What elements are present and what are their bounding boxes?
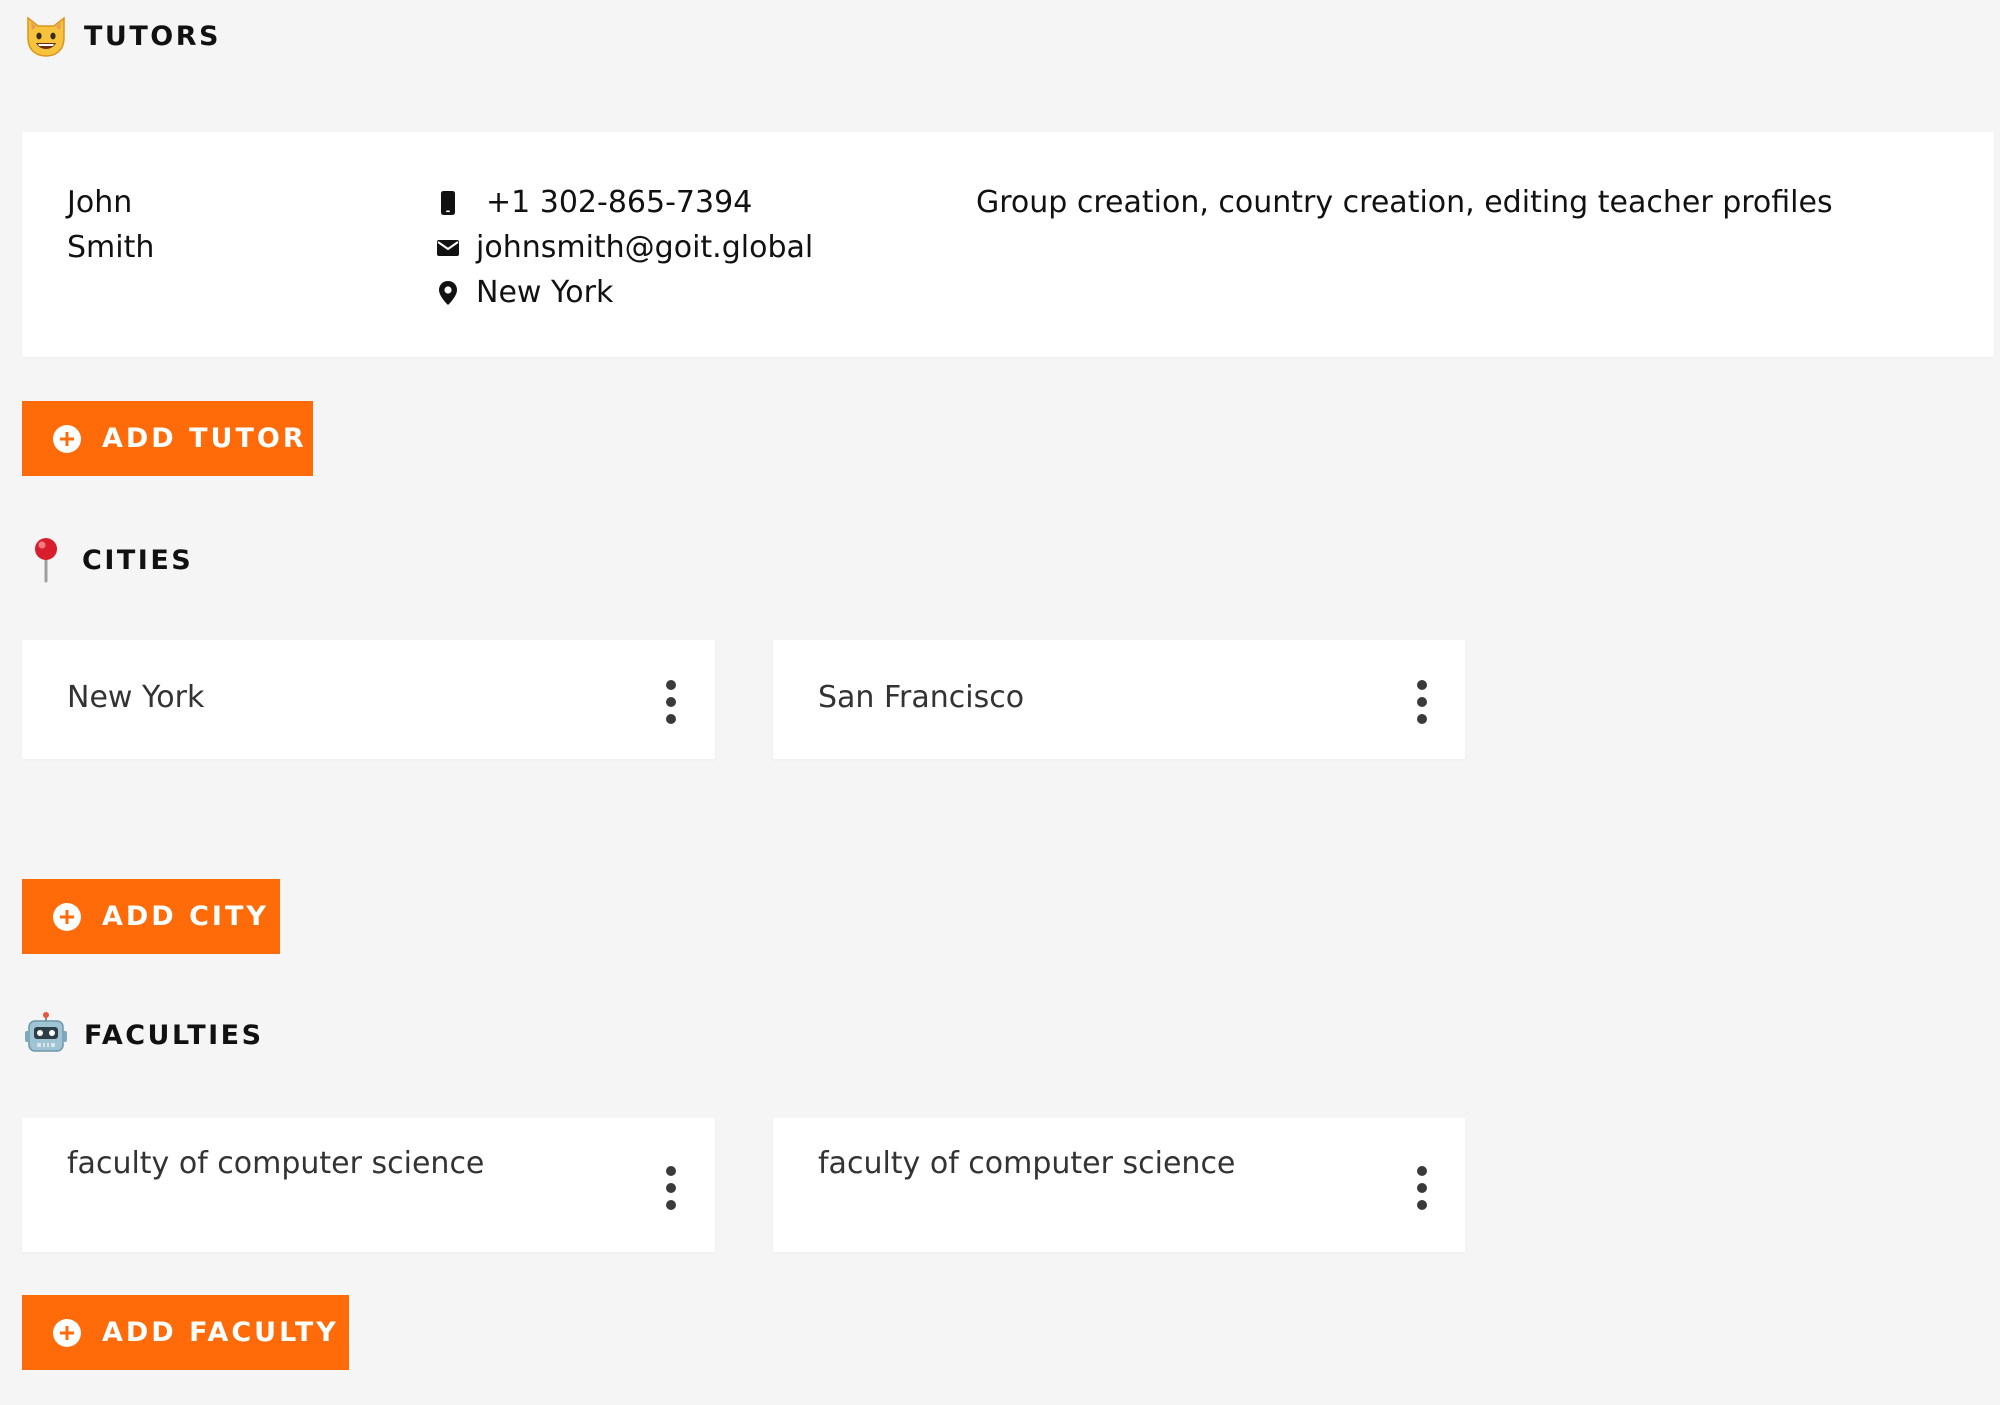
- tutor-city: New York: [476, 275, 614, 310]
- tutor-phone: +1 302-865-7394: [486, 185, 753, 220]
- faculty-card: faculty of computer science: [22, 1118, 715, 1252]
- tutor-email-row: johnsmith@goit.global: [434, 225, 813, 270]
- add-city-button[interactable]: ADD CITY: [22, 879, 280, 954]
- robot-icon: [25, 1012, 67, 1052]
- kebab-dot: [1417, 714, 1427, 724]
- tutor-contacts: +1 302-865-7394 johnsmith@goit.global Ne…: [434, 180, 813, 315]
- page: TUTORS John Smith +1 302-865-7394 johnsm…: [0, 0, 2000, 1405]
- pushpin-icon: [35, 538, 57, 583]
- kebab-dot: [666, 697, 676, 707]
- kebab-dot: [666, 1183, 676, 1193]
- kebab-dot: [1417, 1200, 1427, 1210]
- faculty-card: faculty of computer science: [773, 1118, 1465, 1252]
- more-options-icon[interactable]: [1410, 1166, 1434, 1210]
- city-name: New York: [67, 680, 205, 715]
- city-card: San Francisco: [773, 640, 1465, 759]
- tutor-first-name: John: [67, 185, 133, 220]
- kebab-dot: [666, 1200, 676, 1210]
- add-city-label: ADD CITY: [102, 901, 269, 932]
- kebab-dot: [1417, 1183, 1427, 1193]
- tutors-section-header: TUTORS: [22, 12, 221, 60]
- kebab-dot: [1417, 680, 1427, 690]
- faculties-section-header: FACULTIES: [22, 1011, 264, 1059]
- kebab-dot: [666, 680, 676, 690]
- faculty-name: faculty of computer science: [818, 1146, 1236, 1181]
- city-name: San Francisco: [818, 680, 1025, 715]
- city-card: New York: [22, 640, 715, 759]
- add-faculty-label: ADD FACULTY: [102, 1317, 339, 1348]
- more-options-icon[interactable]: [659, 1166, 683, 1210]
- add-tutor-label: ADD TUTOR: [102, 423, 307, 454]
- more-options-icon[interactable]: [659, 680, 683, 724]
- add-tutor-button[interactable]: ADD TUTOR: [22, 401, 313, 476]
- plus-circle-icon: [53, 424, 81, 453]
- cities-section-header: CITIES: [22, 536, 193, 584]
- tutor-last-name: Smith: [67, 230, 155, 265]
- add-faculty-button[interactable]: ADD FACULTY: [22, 1295, 349, 1370]
- cat-face-icon: [27, 16, 65, 57]
- tutor-name: John Smith: [67, 180, 154, 270]
- mail-icon: [437, 239, 459, 256]
- tutor-city-row: New York: [434, 270, 813, 315]
- section-title-faculties: FACULTIES: [84, 1019, 264, 1051]
- faculty-name: faculty of computer science: [67, 1146, 485, 1181]
- kebab-dot: [666, 1166, 676, 1176]
- plus-circle-icon: [53, 902, 81, 931]
- tutor-card: John Smith +1 302-865-7394 johnsmith@goi…: [22, 132, 1994, 357]
- tutor-phone-row: +1 302-865-7394: [434, 180, 813, 225]
- tutor-options: Group creation, country creation, editin…: [976, 185, 1833, 220]
- location-pin-icon: [439, 280, 457, 305]
- kebab-dot: [1417, 697, 1427, 707]
- kebab-dot: [1417, 1166, 1427, 1176]
- kebab-dot: [666, 714, 676, 724]
- section-title-cities: CITIES: [82, 544, 194, 576]
- plus-circle-icon: [53, 1318, 81, 1347]
- section-title-tutors: TUTORS: [84, 20, 221, 52]
- phone-icon: [441, 190, 455, 215]
- tutor-email: johnsmith@goit.global: [476, 230, 814, 265]
- more-options-icon[interactable]: [1410, 680, 1434, 724]
